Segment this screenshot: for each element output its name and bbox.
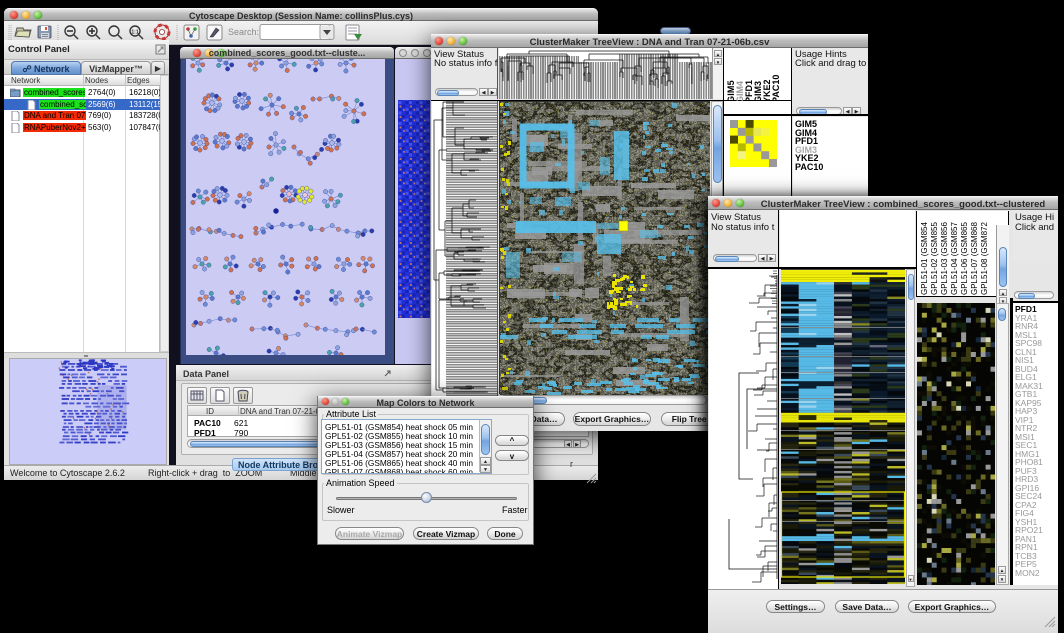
svg-text:1:1: 1:1 [131, 30, 138, 36]
svg-text:Search:: Search: [228, 27, 259, 37]
